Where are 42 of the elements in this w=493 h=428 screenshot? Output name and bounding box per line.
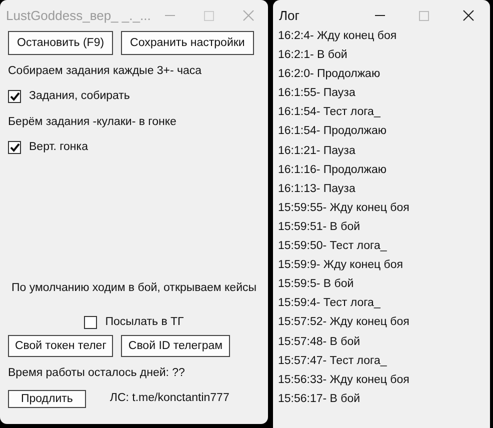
- log-entry: 15:57:47- Тест лога_: [277, 354, 388, 369]
- log-entry: 16:1:54- Продолжаю: [277, 124, 388, 140]
- log-entry: 15:57:52- Жду конец боя: [277, 315, 410, 330]
- window-title: Лог: [279, 6, 301, 25]
- contact-text: ЛС: t.me/konctantin777: [110, 391, 230, 406]
- maximize-icon[interactable]: [204, 10, 214, 20]
- checkbox[interactable]: [8, 140, 21, 154]
- close-icon[interactable]: [462, 10, 474, 21]
- extend-button[interactable]: Продлить: [8, 390, 86, 408]
- log-entry: 15:59:51- В бой: [277, 220, 362, 235]
- log-entry: 15:59:55- Жду конец боя: [277, 200, 410, 216]
- option-heading: Берём задания -кулаки- в гонке: [8, 116, 176, 128]
- log-entry: 15:59:50- Тест лога_: [277, 239, 388, 254]
- log-entry: 16:1:21- Пауза: [277, 144, 356, 159]
- telegram-token-button[interactable]: Свой токен телег: [8, 334, 114, 357]
- option-heading: Собираем задания каждые 3+- часа: [8, 65, 202, 77]
- log-entry: 15:57:48- В бой: [277, 334, 362, 350]
- checkbox-label: Задания, собирать: [29, 89, 130, 104]
- log-entry: 16:2:0- Продолжаю: [277, 67, 382, 82]
- log-entry: 16:1:55- Пауза: [277, 86, 356, 102]
- log-entry: 16:2:1- В бой: [277, 48, 348, 64]
- window-title: LustGoddess_вер_ _._...: [6, 6, 151, 25]
- checkbox[interactable]: [8, 90, 21, 104]
- log-entry: 16:2:4- Жду конец боя: [277, 29, 398, 44]
- log-entry: 16:1:54- Тест лога_: [277, 105, 382, 120]
- minimize-icon[interactable]: [165, 15, 176, 16]
- checkbox-label: Верт. гонка: [29, 140, 88, 155]
- checkbox-label: Посылать в ТГ: [105, 314, 184, 330]
- log-entry: 15:59:5- В бой: [277, 277, 355, 292]
- checkbox[interactable]: [84, 316, 98, 329]
- log-entry: 15:56:17- В бой: [277, 392, 362, 407]
- stop-button[interactable]: Остановить (F9): [8, 31, 114, 55]
- telegram-id-button[interactable]: Свой ID телеграм: [121, 334, 230, 357]
- default-behavior-text: По умолчанию ходим в бой, открываем кейсы: [11, 282, 257, 294]
- maximize-icon[interactable]: [419, 10, 429, 20]
- log-entry: 16:1:13- Пауза: [277, 182, 356, 197]
- log-entry: 16:1:16- Продолжаю: [277, 162, 388, 178]
- save-settings-button[interactable]: Сохранить настройки: [121, 31, 254, 55]
- log-entry: 15:59:9- Жду конец боя: [277, 258, 404, 274]
- days-left-text: Время работы осталось дней: ??: [8, 366, 185, 379]
- log-entry: 15:56:33- Жду конец боя: [277, 372, 410, 388]
- log-entry: 15:59:4- Тест лога_: [277, 296, 382, 312]
